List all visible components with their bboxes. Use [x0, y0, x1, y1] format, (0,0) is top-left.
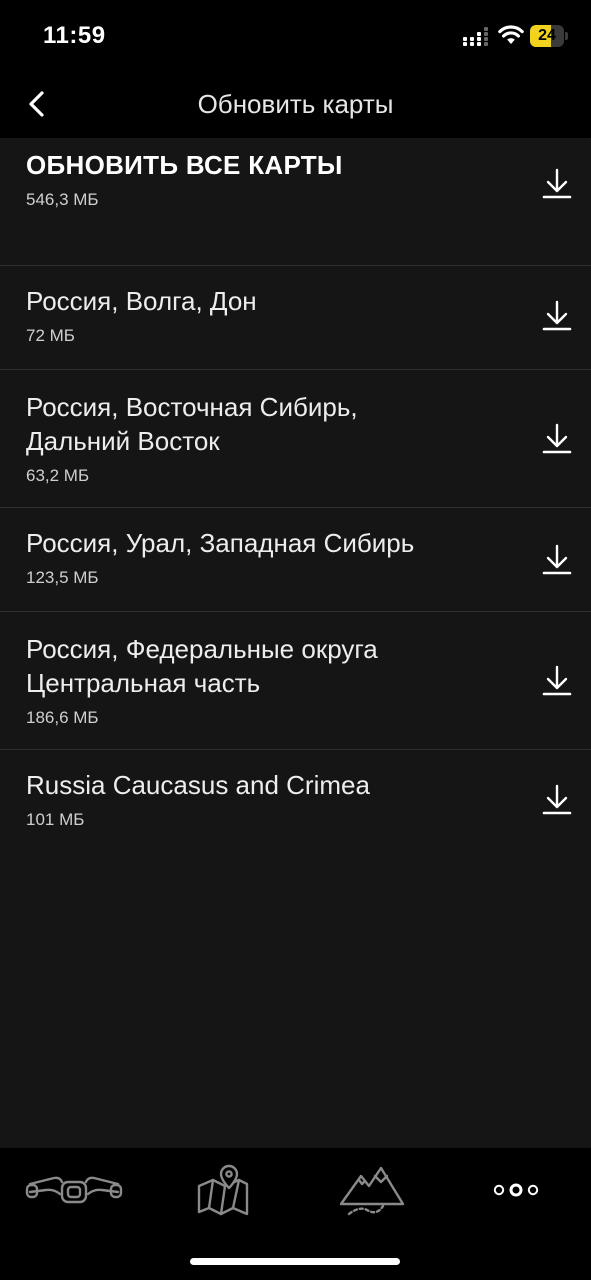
nav-header: Обновить карты [0, 72, 591, 138]
map-size: 186,6 МБ [26, 708, 99, 727]
download-icon[interactable] [540, 542, 574, 578]
update-all-title: ОБНОВИТЬ ВСЕ КАРТЫ [26, 150, 343, 180]
map-size: 63,2 МБ [26, 466, 90, 485]
battery-level: 24 [538, 27, 556, 44]
status-time: 11:59 [43, 22, 106, 49]
tab-routes[interactable] [334, 1160, 410, 1220]
battery-icon: 24 [530, 25, 568, 47]
map-row-east-siberia[interactable]: Россия, Восточная Сибирь, Дальний Восток… [0, 370, 591, 508]
map-title-line-1: Россия, Восточная Сибирь, [26, 392, 358, 422]
map-row-volga-don[interactable]: Россия, Волга, Дон 72 МБ [0, 266, 591, 370]
update-all-size: 546,3 МБ [26, 190, 99, 209]
map-title: Россия, Волга, Дон [26, 286, 257, 316]
tab-maps[interactable] [188, 1160, 258, 1220]
map-size: 123,5 МБ [26, 568, 99, 587]
download-icon[interactable] [540, 782, 574, 818]
page-title: Обновить карты [197, 89, 394, 119]
wifi-icon [498, 25, 524, 44]
map-row-central[interactable]: Россия, Федеральные округа Центральная ч… [0, 612, 591, 750]
map-size: 72 МБ [26, 326, 75, 345]
map-title: Russia Caucasus and Crimea [26, 770, 370, 800]
map-size: 101 МБ [26, 810, 85, 829]
map-row-ural[interactable]: Россия, Урал, Западная Сибирь 123,5 МБ [0, 508, 591, 612]
home-indicator[interactable] [190, 1258, 400, 1265]
tab-vehicle[interactable] [22, 1160, 126, 1220]
download-icon[interactable] [540, 663, 574, 699]
tab-more[interactable] [488, 1160, 544, 1220]
download-icon[interactable] [540, 166, 574, 202]
update-all-row[interactable]: ОБНОВИТЬ ВСЕ КАРТЫ 546,3 МБ [0, 138, 591, 266]
signal-icon [463, 27, 488, 46]
maps-list: ОБНОВИТЬ ВСЕ КАРТЫ 546,3 МБ Россия, Волг… [0, 138, 591, 1148]
map-pin-icon [197, 1164, 249, 1216]
motorcycle-handlebar-icon [25, 1176, 123, 1204]
more-dots-icon [493, 1183, 539, 1197]
status-bar: 11:59 24 [0, 0, 591, 72]
download-icon[interactable] [540, 421, 574, 457]
mountains-icon [339, 1166, 405, 1216]
map-title-line-2: Центральная часть [26, 668, 261, 698]
download-icon[interactable] [540, 298, 574, 334]
map-title-line-2: Дальний Восток [26, 426, 220, 456]
map-title: Россия, Урал, Западная Сибирь [26, 528, 415, 558]
map-row-caucasus[interactable]: Russia Caucasus and Crimea 101 МБ [0, 750, 591, 854]
map-title-line-1: Россия, Федеральные округа [26, 634, 378, 664]
